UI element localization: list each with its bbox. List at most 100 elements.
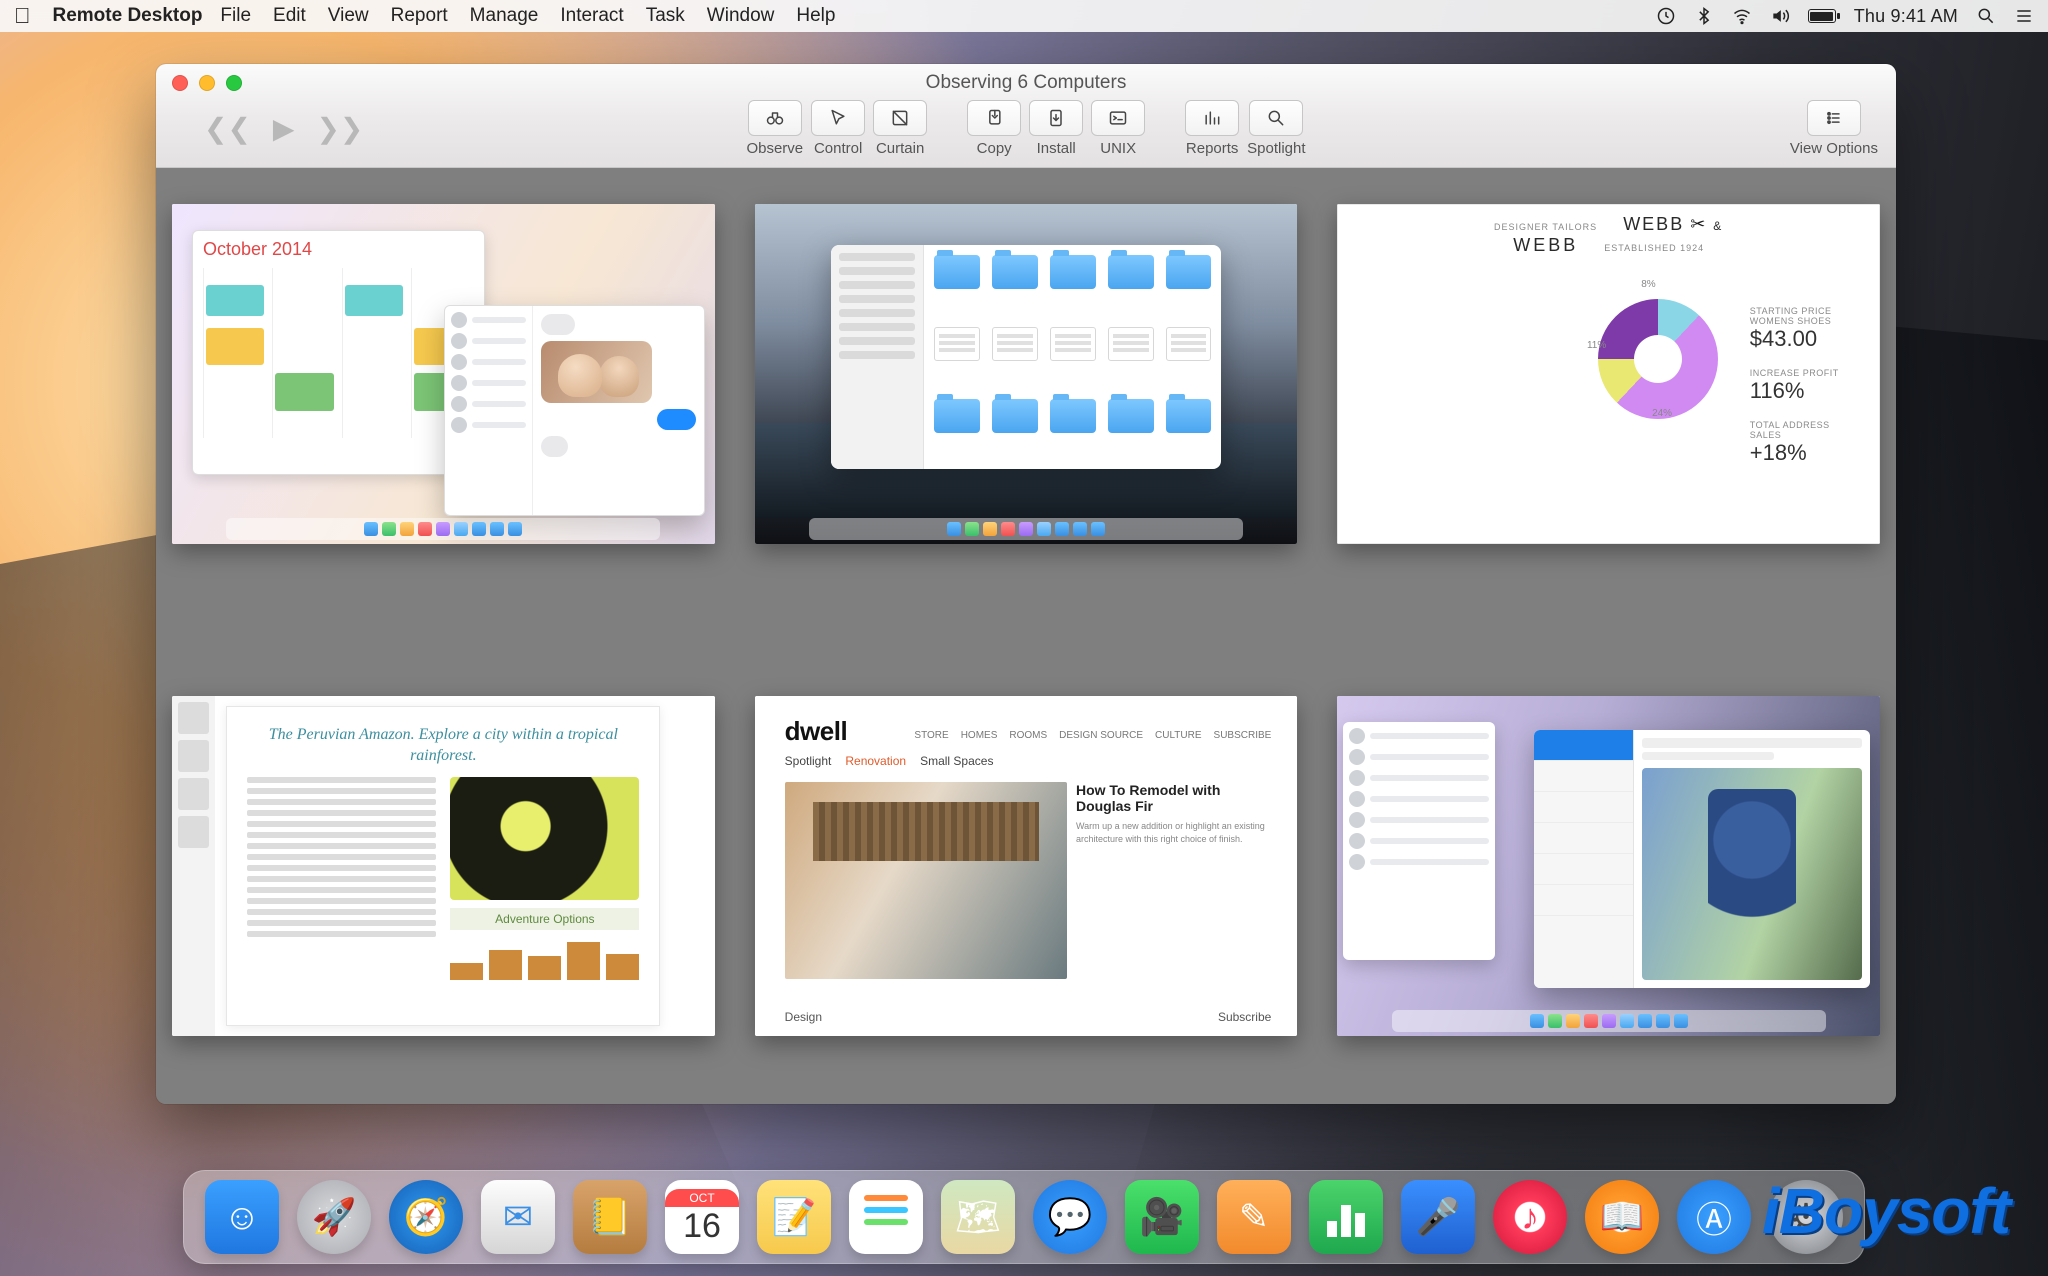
wifi-icon[interactable] xyxy=(1732,6,1752,26)
cyclist-photo xyxy=(1642,768,1862,980)
frog-photo xyxy=(450,777,639,900)
install-icon xyxy=(1046,108,1066,128)
computer-thumb-4[interactable]: The Peruvian Amazon. Explore a city with… xyxy=(172,696,715,1036)
dock-app-ibooks[interactable]: 📖 xyxy=(1585,1180,1659,1254)
menu-help[interactable]: Help xyxy=(796,5,835,27)
binoculars-icon xyxy=(765,108,785,128)
copy-icon xyxy=(984,108,1004,128)
dock-app-appstore[interactable]: Ⓐ xyxy=(1677,1180,1751,1254)
copy-label: Copy xyxy=(977,140,1012,157)
menu-view[interactable]: View xyxy=(328,5,369,27)
finder-window xyxy=(831,245,1222,469)
spotlight-button[interactable] xyxy=(1249,100,1303,136)
dock-app-pages[interactable]: ✎ xyxy=(1217,1180,1291,1254)
dock-app-maps[interactable]: 🗺 xyxy=(941,1180,1015,1254)
dwell-hero-image xyxy=(785,782,1067,979)
dock-app-notes[interactable]: 📝 xyxy=(757,1180,831,1254)
photo-attachment xyxy=(541,341,652,403)
curtain-button[interactable] xyxy=(873,100,927,136)
menubar-clock[interactable]: Thu 9:41 AM xyxy=(1854,6,1958,27)
unix-label: UNIX xyxy=(1100,140,1136,157)
messages-sidebar xyxy=(1343,722,1495,960)
list-icon xyxy=(1824,108,1844,128)
dock-app-facetime[interactable]: 🎥 xyxy=(1125,1180,1199,1254)
watermark: iBoysoft xyxy=(1762,1174,2010,1248)
computer-thumb-6[interactable] xyxy=(1337,696,1880,1036)
battery-icon[interactable] xyxy=(1808,9,1836,23)
dock-app-reminders[interactable] xyxy=(849,1180,923,1254)
dwell-footer: Design Subscribe xyxy=(785,1010,1272,1024)
dock-app-mail[interactable]: ✉ xyxy=(481,1180,555,1254)
toolbar: Observe Control Curtain xyxy=(156,100,1896,157)
dwell-subnav: Spotlight Renovation Small Spaces xyxy=(785,754,994,768)
observe-label: Observe xyxy=(746,140,803,157)
window-title: Observing 6 Computers xyxy=(156,72,1896,94)
dock: ☺🚀🧭✉📒OCT16📝🗺💬🎥✎🎤♪📖Ⓐ⚙ xyxy=(183,1170,1865,1264)
observe-button[interactable] xyxy=(748,100,802,136)
dwell-article: How To Remodel with Douglas Fir Warm up … xyxy=(1076,782,1271,845)
menubar-menus: File Edit View Report Manage Interact Ta… xyxy=(220,5,835,27)
macos-menubar:  Remote Desktop File Edit View Report M… xyxy=(0,0,2048,32)
dock-app-calendar[interactable]: OCT16 xyxy=(665,1180,739,1254)
dock-app-launchpad[interactable]: 🚀 xyxy=(297,1180,371,1254)
copy-button[interactable] xyxy=(967,100,1021,136)
remote-desktop-window: Observing 6 Computers ❮❮ ▶ ❯❯ Observe Co… xyxy=(156,64,1896,1104)
window-titlebar[interactable]: Observing 6 Computers ❮❮ ▶ ❯❯ Observe Co… xyxy=(156,64,1896,168)
computer-thumb-1[interactable]: October 2014 xyxy=(172,204,715,544)
dwell-topnav: STOREHOMESROOMSDESIGN SOURCECULTURESUBSC… xyxy=(914,730,1271,741)
mail-window xyxy=(1534,730,1870,988)
donut-chart xyxy=(1598,299,1718,419)
dock-app-messages[interactable]: 💬 xyxy=(1033,1180,1107,1254)
dwell-logo: dwell xyxy=(785,716,848,747)
dock-app-itunes[interactable]: ♪ xyxy=(1493,1180,1567,1254)
dock-app-numbers[interactable] xyxy=(1309,1180,1383,1254)
reports-label: Reports xyxy=(1186,140,1239,157)
cursor-icon xyxy=(828,108,848,128)
install-button[interactable] xyxy=(1029,100,1083,136)
curtain-icon xyxy=(890,108,910,128)
control-button[interactable] xyxy=(811,100,865,136)
menu-edit[interactable]: Edit xyxy=(273,5,306,27)
unix-button[interactable] xyxy=(1091,100,1145,136)
dashboard-brand: DESIGNER TAILORS WEBB✂& WEBB ESTABLISHED… xyxy=(1337,214,1880,256)
dock-app-finder[interactable]: ☺ xyxy=(205,1180,279,1254)
calendar-title: October 2014 xyxy=(203,239,474,260)
view-options: View Options xyxy=(1790,100,1878,157)
observe-grid: October 2014 xyxy=(156,168,1896,1104)
control-label: Control xyxy=(814,140,862,157)
doc-title: The Peruvian Amazon. Explore a city with… xyxy=(247,725,639,767)
dock-app-keynote[interactable]: 🎤 xyxy=(1401,1180,1475,1254)
volume-icon[interactable] xyxy=(1770,6,1790,26)
apple-menu-icon[interactable]:  xyxy=(14,3,31,29)
menu-interact[interactable]: Interact xyxy=(560,5,623,27)
menu-window[interactable]: Window xyxy=(707,5,775,27)
menu-file[interactable]: File xyxy=(220,5,251,27)
view-options-button[interactable] xyxy=(1807,100,1861,136)
scissors-icon: ✂ xyxy=(1690,214,1707,235)
spotlight-label: Spotlight xyxy=(1247,140,1305,157)
menu-report[interactable]: Report xyxy=(391,5,448,27)
notification-center-icon[interactable] xyxy=(2014,6,2034,26)
computer-thumb-2[interactable] xyxy=(755,204,1298,544)
reports-icon xyxy=(1202,108,1222,128)
messages-window xyxy=(444,305,704,516)
spotlight-icon[interactable] xyxy=(1976,6,1996,26)
menu-task[interactable]: Task xyxy=(646,5,685,27)
dock-app-safari[interactable]: 🧭 xyxy=(389,1180,463,1254)
reports-button[interactable] xyxy=(1185,100,1239,136)
bluetooth-icon[interactable] xyxy=(1694,6,1714,26)
pages-document: The Peruvian Amazon. Explore a city with… xyxy=(226,706,660,1026)
calendar-window: October 2014 xyxy=(192,230,485,475)
time-machine-icon[interactable] xyxy=(1656,6,1676,26)
view-options-label: View Options xyxy=(1790,140,1878,157)
menubar-status: Thu 9:41 AM xyxy=(1656,6,2034,27)
install-label: Install xyxy=(1037,140,1076,157)
adventure-options: Adventure Options xyxy=(450,908,639,930)
curtain-label: Curtain xyxy=(876,140,924,157)
menubar-app-title[interactable]: Remote Desktop xyxy=(53,5,203,27)
dock-app-contacts[interactable]: 📒 xyxy=(573,1180,647,1254)
computer-thumb-5[interactable]: dwell STOREHOMESROOMSDESIGN SOURCECULTUR… xyxy=(755,696,1298,1036)
menu-manage[interactable]: Manage xyxy=(470,5,539,27)
computer-thumb-3[interactable]: DESIGNER TAILORS WEBB✂& WEBB ESTABLISHED… xyxy=(1337,204,1880,544)
bar-chart xyxy=(1354,313,1582,524)
